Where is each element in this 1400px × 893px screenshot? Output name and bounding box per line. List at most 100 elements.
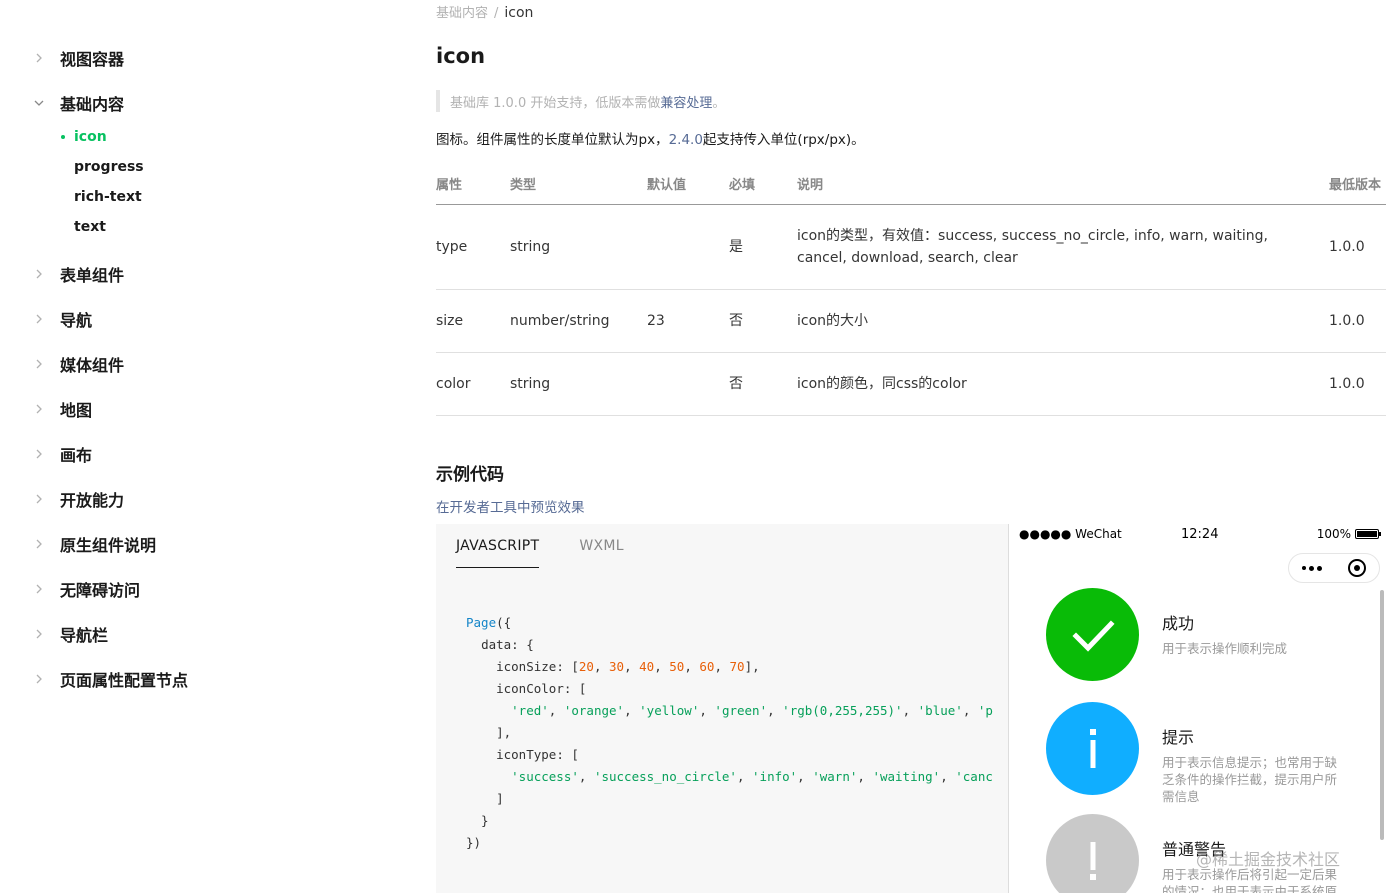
sidebar-subitem-text[interactable]: text (74, 215, 106, 239)
sidebar-item-label: 原生组件说明 (60, 536, 157, 555)
sidebar-item-label: 基础内容 (60, 95, 125, 114)
version-link[interactable]: 2.4.0 (669, 132, 703, 148)
cell-version: 1.0.0 (1329, 204, 1386, 290)
cell-required: 是 (729, 204, 797, 290)
chevron-right-icon (33, 538, 45, 550)
chevron-right-icon (33, 358, 45, 370)
cell-version: 1.0.0 (1329, 289, 1386, 353)
cell-name: type (436, 204, 510, 290)
sidebar-item-map[interactable]: 地图 (0, 394, 300, 424)
section-title: 示例代码 (436, 465, 504, 485)
sidebar-item-view-container[interactable]: 视图容器 (0, 43, 300, 73)
table-row: color string 否 icon的颜色，同css的color 1.0.0 (436, 352, 1386, 416)
tip-text: 基础库 1.0.0 开始支持，低版本需做 (450, 95, 661, 111)
sidebar-subitem-icon[interactable]: icon (61, 125, 107, 149)
breadcrumb: 基础内容 / icon (436, 2, 533, 21)
cell-required: 否 (729, 352, 797, 416)
table-header-row: 属性 类型 默认值 必填 说明 最低版本 (436, 163, 1386, 205)
sidebar-subitem-progress[interactable]: progress (74, 155, 144, 179)
sidebar-item-label: 导航栏 (60, 626, 109, 645)
sidebar-subitem-label: rich-text (74, 189, 142, 205)
chevron-right-icon (33, 628, 45, 640)
cell-version: 1.0.0 (1329, 352, 1386, 416)
icon-title: 提示 (1162, 728, 1195, 747)
header-attribute: 属性 (436, 163, 510, 205)
sidebar-item-accessibility[interactable]: 无障碍访问 (0, 574, 300, 604)
sidebar-item-label: 表单组件 (60, 266, 125, 285)
code-tabs: JAVASCRIPT WXML (456, 524, 664, 570)
sidebar-item-media[interactable]: 媒体组件 (0, 349, 300, 379)
cell-desc: icon的大小 (797, 289, 1329, 353)
tip-suffix: 。 (712, 95, 726, 111)
table-row: size number/string 23 否 icon的大小 1.0.0 (436, 289, 1386, 353)
carrier-label: ●●●●● WeChat (1019, 527, 1122, 541)
code-block: Page({ data: { iconSize: [20, 30, 40, 50… (466, 615, 993, 850)
sidebar-item-open-ability[interactable]: 开放能力 (0, 484, 300, 514)
chevron-right-icon (33, 583, 45, 595)
icon-desc: 用于表示信息提示；也常用于缺乏条件的操作拦截，提示用户所需信息 (1162, 755, 1338, 804)
header-description: 说明 (797, 163, 1329, 205)
mini-program-capsule (1288, 553, 1380, 583)
warn-icon (1046, 814, 1139, 893)
sidebar-item-form[interactable]: 表单组件 (0, 259, 300, 289)
preview-in-devtools-link[interactable]: 在开发者工具中预览效果 (436, 496, 585, 516)
breadcrumb-parent[interactable]: 基础内容 (436, 6, 488, 21)
active-dot-icon (61, 135, 65, 139)
cell-name: size (436, 289, 510, 353)
scrollbar[interactable] (1380, 590, 1384, 840)
chevron-right-icon (33, 448, 45, 460)
sidebar-item-label: 开放能力 (60, 491, 125, 510)
tab-wxml[interactable]: WXML (579, 524, 624, 568)
sidebar-item-label: 地图 (60, 401, 93, 420)
desc-suffix: 起支持传入单位(rpx/px)。 (702, 132, 865, 148)
icon-title: 成功 (1162, 614, 1195, 633)
sidebar-item-navigation[interactable]: 导航 (0, 304, 300, 334)
icon-demo-info: 提示 用于表示信息提示；也常用于缺乏条件的操作拦截，提示用户所需信息 (1046, 702, 1337, 805)
breadcrumb-current: icon (504, 5, 534, 21)
sidebar-item-basic-content[interactable]: 基础内容 (0, 88, 300, 118)
chevron-right-icon (33, 52, 45, 64)
sidebar-item-label: 媒体组件 (60, 356, 125, 375)
clock: 12:24 (1181, 527, 1219, 542)
cell-type: string (510, 352, 647, 416)
header-type: 类型 (510, 163, 647, 205)
code-panel: JAVASCRIPT WXML Page({ data: { iconSize:… (436, 524, 1008, 893)
tab-javascript[interactable]: JAVASCRIPT (456, 524, 540, 568)
sidebar-item-label: 画布 (60, 446, 93, 465)
cell-required: 否 (729, 289, 797, 353)
battery-percent: 100% (1316, 527, 1351, 541)
cell-default (647, 352, 729, 416)
breadcrumb-separator: / (494, 6, 499, 21)
sidebar-subitem-label: text (74, 219, 106, 235)
cell-desc: icon的类型，有效值：success, success_no_circle, … (797, 204, 1329, 290)
sidebar-item-label: 页面属性配置节点 (60, 671, 189, 690)
cell-default: 23 (647, 289, 729, 353)
sidebar-subitem-label: progress (74, 159, 144, 175)
cell-type: number/string (510, 289, 647, 353)
phone-preview: ●●●●● WeChat 12:24 100% 成功 用于表示操作顺利完成 提示… (1008, 524, 1386, 893)
chevron-right-icon (33, 313, 45, 325)
sidebar-item-native-component[interactable]: 原生组件说明 (0, 529, 300, 559)
sidebar-item-page-meta[interactable]: 页面属性配置节点 (0, 664, 300, 694)
more-icon[interactable] (1289, 565, 1334, 571)
battery-indicator: 100% (1316, 527, 1381, 541)
properties-table: 属性 类型 默认值 必填 说明 最低版本 type string 是 icon的… (436, 163, 1386, 416)
sidebar-item-navigation-bar[interactable]: 导航栏 (0, 619, 300, 649)
sidebar-nav: 视图容器 基础内容 icon progress rich-text text 表… (0, 0, 340, 893)
table-row: type string 是 icon的类型，有效值：success, succe… (436, 204, 1386, 290)
sidebar-item-label: 视图容器 (60, 50, 125, 69)
chevron-right-icon (33, 268, 45, 280)
info-icon (1046, 702, 1139, 795)
sidebar-item-canvas[interactable]: 画布 (0, 439, 300, 469)
status-bar: ●●●●● WeChat 12:24 100% (1009, 524, 1386, 546)
watermark: @稀土掘金技术社区 (1196, 850, 1341, 869)
desc-text: 图标。组件属性的长度单位默认为px， (436, 132, 669, 148)
sidebar-item-label: 无障碍访问 (60, 581, 141, 600)
close-target-icon[interactable] (1334, 559, 1379, 577)
sidebar-subitem-rich-text[interactable]: rich-text (74, 185, 142, 209)
success-icon (1046, 588, 1139, 681)
chevron-right-icon (33, 403, 45, 415)
icon-demo-success: 成功 用于表示操作顺利完成 (1046, 588, 1337, 681)
component-description: 图标。组件属性的长度单位默认为px，2.4.0起支持传入单位(rpx/px)。 (436, 128, 865, 148)
compat-link[interactable]: 兼容处理 (660, 92, 712, 111)
